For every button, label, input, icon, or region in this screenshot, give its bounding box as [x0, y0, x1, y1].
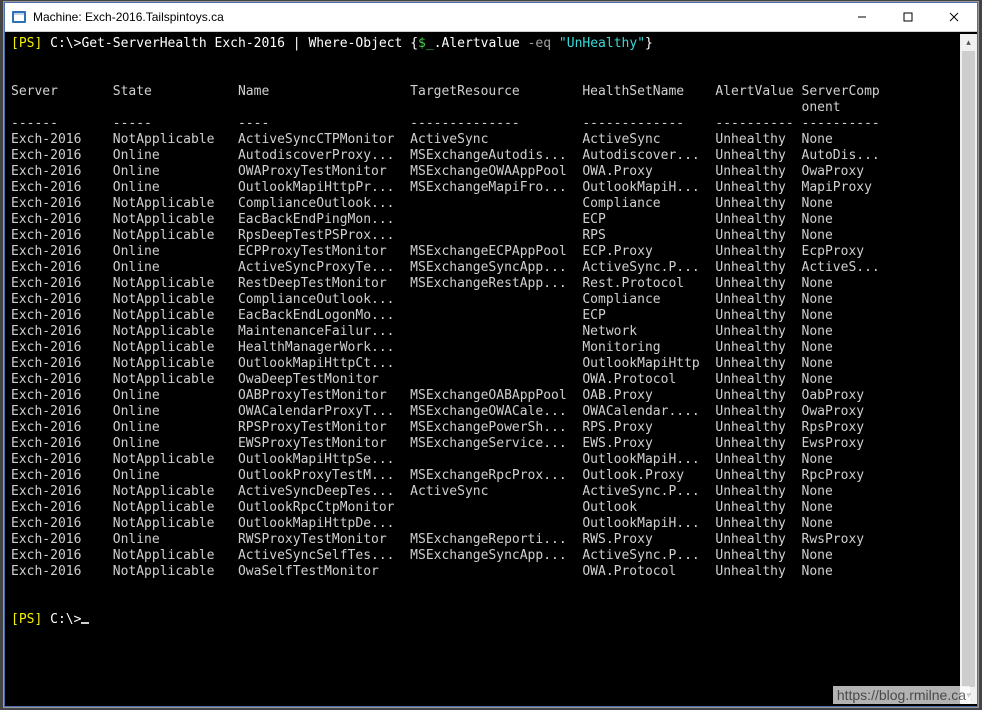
client-area: [PS] C:\>Get-ServerHealth Exch-2016 | Wh… [5, 32, 977, 706]
app-window: Machine: Exch-2016.Tailspintoys.ca [PS] … [4, 2, 978, 707]
close-button[interactable] [931, 3, 977, 31]
watermark-text: https://blog.rmilne.ca [833, 686, 970, 704]
scroll-up-button[interactable]: ▴ [960, 34, 977, 51]
console-output[interactable]: [PS] C:\>Get-ServerHealth Exch-2016 | Wh… [5, 34, 960, 704]
scroll-thumb[interactable] [962, 51, 975, 687]
maximize-button[interactable] [885, 3, 931, 31]
scroll-track[interactable] [960, 51, 977, 687]
title-bar[interactable]: Machine: Exch-2016.Tailspintoys.ca [5, 3, 977, 32]
app-icon [11, 9, 27, 25]
vertical-scrollbar[interactable]: ▴ ▾ [960, 34, 977, 704]
minimize-button[interactable] [839, 3, 885, 31]
window-title: Machine: Exch-2016.Tailspintoys.ca [33, 10, 224, 24]
